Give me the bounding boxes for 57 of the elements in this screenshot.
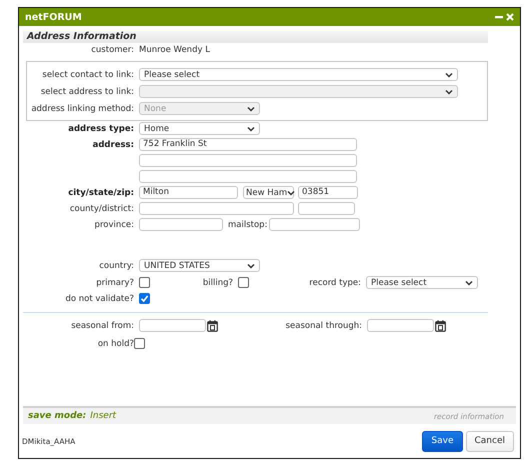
field-label: address: [92, 140, 135, 150]
window-title: netFORUM [25, 12, 82, 22]
chevron-icon [247, 106, 255, 112]
field-label: seasonal through: [284, 320, 363, 330]
field-label: address linking method: [30, 104, 135, 114]
minimize-icon [495, 13, 503, 21]
chevron-icon [247, 126, 255, 132]
cancel-button[interactable]: Cancel [466, 430, 514, 452]
input-field[interactable] [139, 154, 357, 167]
input-field[interactable]: Milton [139, 186, 238, 199]
field-label: select address to link: [40, 86, 135, 96]
input-field[interactable] [139, 218, 223, 231]
input-field[interactable] [139, 202, 294, 215]
select-field[interactable]: New Ham [243, 186, 294, 199]
select-field[interactable]: UNITED STATES [139, 259, 260, 272]
field-label: primary? [95, 278, 135, 288]
field-label: do not validate? [64, 294, 135, 304]
field-label: customer: [90, 45, 135, 55]
select-field[interactable]: Please select [139, 68, 458, 81]
input-field[interactable]: 03851 [298, 186, 358, 199]
section-header: Address Information [23, 31, 488, 43]
calendar-icon [435, 320, 446, 332]
checkbox[interactable] [139, 277, 150, 288]
field-label: select contact to link: [41, 70, 135, 80]
checkbox[interactable] [134, 338, 145, 349]
input-field[interactable] [139, 170, 357, 183]
chevron-icon [247, 262, 255, 268]
close-icon [506, 13, 514, 21]
chevron-icon [465, 280, 473, 286]
field-label: county/district: [68, 204, 135, 214]
checkbox[interactable] [238, 277, 249, 288]
calendar-icon [207, 320, 218, 332]
field-label: mailstop: [227, 220, 268, 230]
checkbox[interactable] [139, 293, 150, 304]
customer-name: Munroe Wendy L [139, 45, 210, 55]
save-button[interactable]: Save [422, 430, 462, 452]
save-mode-label: save mode: [28, 411, 86, 421]
input-field[interactable] [269, 218, 360, 231]
field-label: country: [98, 260, 135, 270]
chevron-icon [445, 88, 453, 94]
field-label: record type: [308, 278, 362, 288]
field-label: province: [94, 220, 135, 230]
select-field[interactable]: Please select [366, 276, 478, 289]
field-label: on hold? [96, 338, 134, 348]
input-field[interactable] [367, 319, 434, 332]
field-label: billing? [202, 278, 234, 288]
input-field[interactable] [298, 202, 355, 215]
select-field[interactable]: Home [139, 122, 260, 135]
chevron-icon [287, 190, 296, 196]
input-field[interactable] [139, 319, 206, 332]
chevron-icon [445, 72, 453, 78]
field-label: city/state/zip: [67, 188, 135, 198]
checkmark-icon [140, 294, 149, 303]
field-label: address type: [67, 124, 135, 134]
save-mode-value: Insert [90, 411, 116, 421]
input-field[interactable]: 752 Franklin St [139, 138, 357, 151]
field-label: seasonal from: [70, 320, 135, 330]
